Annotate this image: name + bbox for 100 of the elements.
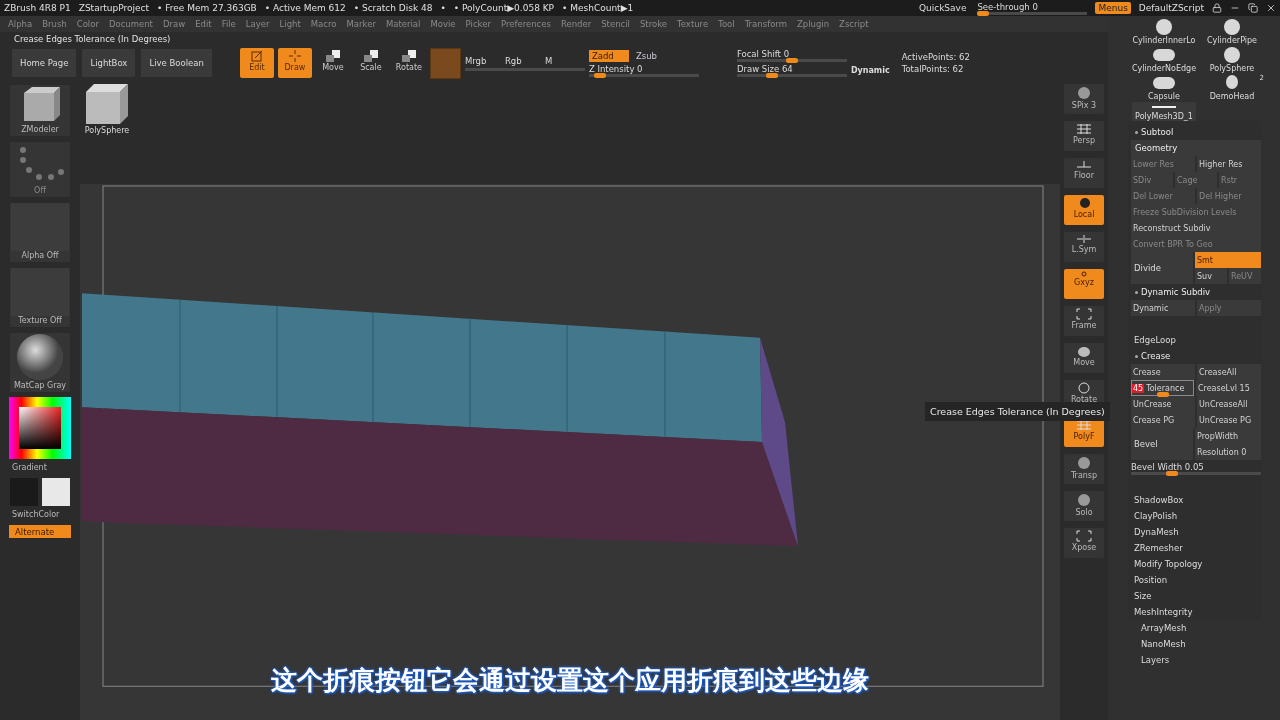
panel-button[interactable]: Dynamic — [1131, 300, 1195, 316]
menu-item[interactable]: Color — [72, 19, 103, 29]
panel-item[interactable]: ClayPolish — [1131, 508, 1261, 524]
panel-button[interactable]: Suv — [1195, 268, 1227, 284]
tool-thumbnail[interactable]: CylinderPipe — [1200, 18, 1264, 45]
panel-button[interactable]: Resolution 0 — [1195, 444, 1261, 460]
panel-button[interactable]: PropWidth — [1195, 428, 1261, 444]
menu-item[interactable]: Brush — [38, 19, 71, 29]
menu-item[interactable]: Material — [381, 19, 425, 29]
color-swatch[interactable] — [429, 47, 461, 79]
panel-button[interactable]: UnCreaseAll — [1197, 396, 1261, 412]
menu-item[interactable]: Render — [556, 19, 596, 29]
menu-item[interactable]: Marker — [342, 19, 380, 29]
gradient-label[interactable]: Gradient — [12, 463, 47, 474]
tool-thumbnail[interactable]: PolyMesh3D_1 — [1132, 102, 1196, 121]
panel-item[interactable]: EdgeLoop — [1131, 332, 1261, 348]
panel-item[interactable]: MeshIntegrity — [1131, 604, 1261, 620]
section-header[interactable]: Dynamic Subdiv — [1141, 287, 1211, 297]
tool-thumbnail[interactable]: CylinderNoEdge — [1132, 46, 1196, 73]
view-tool-button[interactable]: Xpose — [1064, 528, 1104, 558]
panel-item[interactable]: Position — [1131, 572, 1261, 588]
menu-item[interactable]: Layer — [241, 19, 274, 29]
slider-thumb[interactable] — [977, 10, 990, 16]
nav-button[interactable]: Live Boolean — [141, 49, 212, 77]
secondary-color-swatch[interactable] — [42, 478, 70, 506]
z-mode-button[interactable]: Zadd — [588, 49, 629, 62]
texture-thumbnail[interactable]: Texture Off — [9, 267, 71, 328]
menu-item[interactable]: Movie — [426, 19, 460, 29]
tool-thumbnail[interactable]: PolySphere — [84, 82, 130, 135]
menu-item[interactable]: Macro — [306, 19, 341, 29]
tool-thumbnail[interactable]: PolySphere — [1200, 46, 1264, 73]
menu-item[interactable]: Stencil — [597, 19, 634, 29]
z-mode-button[interactable]: Zsub — [632, 49, 673, 62]
stroke-thumbnail[interactable]: Off — [9, 141, 71, 198]
tolerance-slider[interactable]: 45 Tolerance — [1131, 380, 1194, 396]
panel-button[interactable]: UnCrease — [1131, 396, 1195, 412]
menu-item[interactable]: Alpha — [4, 19, 37, 29]
restore-icon[interactable] — [1248, 3, 1258, 13]
mode-button[interactable]: Edit — [239, 48, 274, 78]
panel-item[interactable]: ArrayMesh — [1138, 620, 1280, 636]
panel-button[interactable]: Crease PG — [1131, 412, 1195, 428]
section-header[interactable]: Crease — [1141, 351, 1171, 361]
view-tool-button[interactable]: Gxyz — [1064, 269, 1104, 299]
menu-item[interactable]: Stroke — [635, 19, 672, 29]
alpha-thumbnail[interactable]: Alpha Off — [9, 202, 71, 263]
slider-thumb[interactable] — [1166, 470, 1179, 476]
slider-thumb[interactable] — [766, 73, 779, 78]
menu-item[interactable]: Preferences — [496, 19, 555, 29]
panel-button[interactable]: Reconstruct Subdiv — [1131, 220, 1261, 236]
tool-thumbnail[interactable]: Capsule — [1132, 74, 1196, 101]
panel-item[interactable]: NanoMesh — [1138, 636, 1280, 652]
dynamic-label[interactable]: Dynamic — [850, 66, 890, 75]
slider-thumb[interactable] — [1156, 392, 1169, 397]
panel-item[interactable]: ZRemesher — [1131, 540, 1261, 556]
color-picker[interactable] — [9, 397, 71, 459]
menu-item[interactable]: Draw — [158, 19, 190, 29]
lock-icon[interactable] — [1212, 3, 1222, 13]
color-mode-button[interactable]: Rgb — [504, 55, 541, 66]
view-tool-button[interactable]: Solo — [1064, 491, 1104, 521]
panel-button[interactable]: CreaseAll — [1197, 364, 1261, 380]
mode-button[interactable]: Draw — [277, 48, 312, 78]
menu-item[interactable]: File — [217, 19, 240, 29]
panel-button[interactable]: Crease — [1131, 364, 1195, 380]
section-header[interactable]: Subtool — [1141, 127, 1174, 137]
alternate-button[interactable]: Alternate — [9, 525, 71, 538]
mode-button[interactable]: Move — [315, 48, 350, 78]
section-header[interactable]: Geometry — [1131, 140, 1261, 156]
color-mode-button[interactable]: M — [544, 55, 581, 66]
menu-item[interactable]: Picker — [461, 19, 495, 29]
menus-button[interactable]: Menus — [1095, 2, 1131, 14]
panel-button[interactable]: Higher Res — [1197, 156, 1261, 172]
panel-button[interactable]: Divide — [1131, 252, 1193, 284]
panel-button[interactable]: UnCrease PG — [1197, 412, 1261, 428]
material-thumbnail[interactable]: MatCap Gray — [9, 332, 71, 393]
view-tool-button[interactable]: Transp — [1064, 454, 1104, 484]
menu-item[interactable]: Light — [275, 19, 305, 29]
view-tool-button[interactable]: Frame — [1064, 306, 1104, 336]
view-tool-button[interactable]: Persp — [1064, 121, 1104, 151]
menu-item[interactable]: Edit — [191, 19, 216, 29]
switch-color-label[interactable]: SwitchColor — [12, 510, 60, 521]
panel-button[interactable]: CreaseLvl 15 — [1196, 380, 1261, 396]
tool-thumbnail[interactable]: CylinderInnerLo — [1132, 18, 1196, 45]
panel-button[interactable]: Bevel — [1131, 428, 1193, 460]
quicksave-button[interactable]: QuickSave — [915, 2, 970, 14]
menu-item[interactable]: Transform — [740, 19, 791, 29]
panel-button[interactable]: Smt — [1195, 252, 1261, 268]
panel-item[interactable]: Layers — [1138, 652, 1280, 668]
close-icon[interactable] — [1266, 3, 1276, 13]
panel-item[interactable]: Modify Topology — [1131, 556, 1261, 572]
menu-item[interactable]: Document — [104, 19, 157, 29]
panel-item[interactable]: DynaMesh — [1131, 524, 1261, 540]
panel-item[interactable]: Size — [1131, 588, 1261, 604]
nav-button[interactable]: LightBox — [82, 49, 136, 77]
slider-thumb[interactable] — [785, 58, 798, 63]
menu-item[interactable]: Zplugin — [792, 19, 834, 29]
view-tool-button[interactable]: L.Sym — [1064, 232, 1104, 262]
view-tool-button[interactable]: Move — [1064, 343, 1104, 373]
panel-item[interactable]: ShadowBox — [1131, 492, 1261, 508]
mode-button[interactable]: Rotate — [391, 48, 426, 78]
mode-button[interactable]: Scale — [353, 48, 388, 78]
